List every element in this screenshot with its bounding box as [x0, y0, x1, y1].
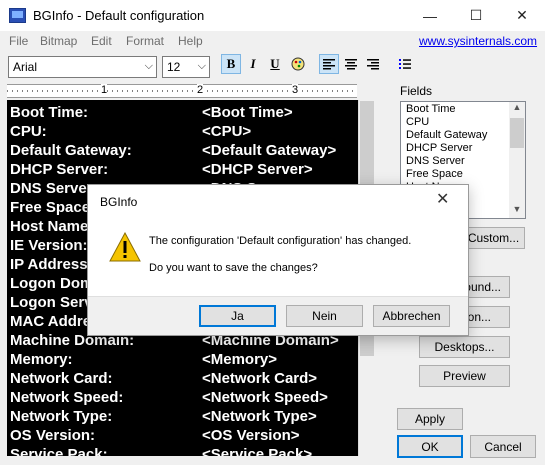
field-label: Host Name: [10, 218, 94, 235]
field-label: CPU: [10, 123, 47, 140]
align-right-icon [367, 59, 379, 70]
field-token: <Network Card> [202, 370, 318, 387]
align-center-button[interactable] [341, 54, 361, 74]
bginfo-app-icon [9, 8, 26, 23]
window-title: BGInfo - Default configuration [33, 8, 205, 23]
fields-list-item[interactable]: Boot Time [406, 103, 456, 115]
close-button[interactable]: ✕ [499, 0, 545, 31]
field-token: <Default Gateway> [202, 142, 337, 159]
scroll-up-icon[interactable]: ▲ [509, 102, 525, 116]
apply-button[interactable]: Apply [397, 408, 463, 430]
field-token: <Service Pack> [202, 446, 313, 456]
dialog-title: BGInfo [100, 195, 138, 209]
field-label: Network Card: [10, 370, 113, 387]
cancel-button[interactable]: Cancel [470, 435, 536, 458]
minimize-button[interactable]: — [407, 0, 453, 31]
fields-list-item[interactable]: DHCP Server [406, 142, 472, 154]
dialog-close-icon[interactable]: ✕ [436, 189, 449, 209]
menu-help[interactable]: Help [178, 34, 203, 48]
field-token: <Network Speed> [202, 389, 328, 406]
field-label: IP Address: [10, 256, 93, 273]
menu-edit[interactable]: Edit [91, 34, 112, 48]
preview-button[interactable]: Preview [419, 365, 510, 387]
field-label: Network Speed: [10, 389, 124, 406]
ok-button[interactable]: OK [397, 435, 463, 458]
chevron-down-icon: ⌵ [144, 60, 153, 72]
align-center-icon [345, 59, 357, 70]
font-select[interactable]: Arial ⌵ [8, 56, 157, 78]
dialog-message: The configuration 'Default configuration… [149, 235, 412, 247]
align-left-icon [323, 59, 335, 70]
no-button[interactable]: Nein [286, 305, 363, 327]
align-left-button[interactable] [319, 54, 339, 74]
fields-list-item[interactable]: Default Gateway [406, 129, 487, 141]
font-size-value: 12 [167, 60, 181, 74]
fields-list-item[interactable]: Free Space [406, 168, 463, 180]
bullet-list-icon [399, 59, 411, 69]
maximize-button[interactable]: ☐ [453, 0, 499, 31]
font-value: Arial [13, 60, 38, 74]
menu-file[interactable]: File [9, 34, 28, 48]
bold-button[interactable]: B [221, 54, 241, 74]
fields-label: Fields [400, 84, 433, 98]
field-token: <Boot Time> [202, 104, 293, 121]
dialog-cancel-button[interactable]: Abbrechen [373, 305, 450, 327]
custom-button[interactable]: Custom... [462, 227, 525, 249]
ruler-ticks [7, 90, 357, 92]
field-label: Service Pack: [10, 446, 108, 456]
field-label: DHCP Server: [10, 161, 109, 178]
ruler: 1 2 3 [7, 84, 357, 98]
field-token: <Network Type> [202, 408, 317, 425]
field-label: IE Version: [10, 237, 88, 254]
field-label: Memory: [10, 351, 73, 368]
field-label: DNS Server: [10, 180, 98, 197]
menu-format[interactable]: Format [126, 34, 164, 48]
fields-scrollbar[interactable]: ▲ ▼ [509, 102, 525, 218]
save-changes-dialog: BGInfo ✕ The configuration 'Default conf… [87, 184, 469, 336]
dialog-question: Do you want to save the changes? [149, 262, 318, 274]
field-token: <DHCP Server> [202, 161, 313, 178]
align-right-button[interactable] [363, 54, 383, 74]
ruler-label: 1 [101, 84, 108, 96]
ruler-label: 2 [197, 84, 204, 96]
field-label: Boot Time: [10, 104, 89, 121]
field-label: Free Space: [10, 199, 96, 216]
warning-icon [109, 232, 141, 262]
menu-bitmap[interactable]: Bitmap [40, 34, 77, 48]
field-label: OS Version: [10, 427, 96, 444]
palette-icon [291, 57, 305, 71]
chevron-down-icon: ⌵ [197, 60, 206, 72]
underline-button[interactable]: U [265, 54, 285, 74]
italic-button[interactable]: I [243, 54, 263, 74]
field-token: <CPU> [202, 123, 252, 140]
field-token: <OS Version> [202, 427, 300, 444]
font-size-select[interactable]: 12 ⌵ [162, 56, 210, 78]
scroll-down-icon[interactable]: ▼ [509, 204, 525, 218]
bullets-button[interactable] [395, 54, 415, 74]
fields-list-item[interactable]: CPU [406, 116, 429, 128]
color-palette-button[interactable] [288, 54, 308, 74]
sysinternals-link[interactable]: www.sysinternals.com [419, 34, 537, 48]
field-label: Network Type: [10, 408, 113, 425]
field-label: Default Gateway: [10, 142, 132, 159]
desktops-button[interactable]: Desktops... [419, 336, 510, 358]
field-token: <Memory> [202, 351, 278, 368]
yes-button[interactable]: Ja [199, 305, 276, 327]
ruler-label: 3 [292, 84, 299, 96]
scroll-thumb[interactable] [510, 118, 524, 148]
fields-list-item[interactable]: DNS Server [406, 155, 465, 167]
